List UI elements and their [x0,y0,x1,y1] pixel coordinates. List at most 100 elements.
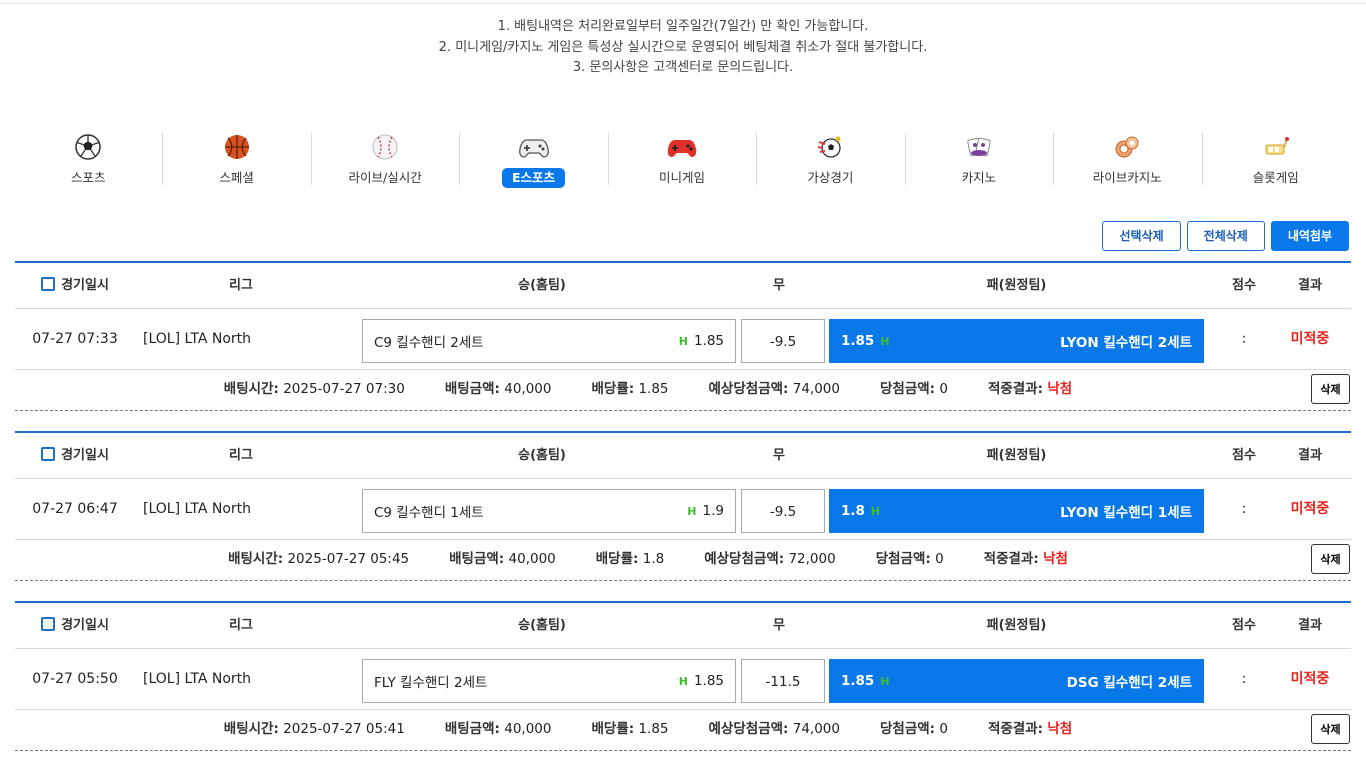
header-score: 점수 [1232,618,1256,633]
bet-info: 배팅시간: 2025-07-27 05:41 배팅금액: 40,000 배당률:… [15,710,1351,750]
header-date: 경기일시 [15,263,135,309]
away-odds: 1.85 [841,333,875,349]
score: : [1241,331,1247,347]
header-away: 패(원정팀) [986,618,1047,633]
select-delete-button[interactable]: 선택삭제 [1102,221,1181,251]
hit-result: 적중결과: 낙첨 [987,381,1073,397]
handicap-badge: H [687,504,697,518]
red-gamepad-icon [667,132,697,162]
header-league: 리그 [229,618,253,633]
chips-icon [1112,132,1142,162]
home-odds: 1.9 [702,503,724,519]
notice-item: 3. 문의사항은 고객센터로 문의드립니다. [572,60,794,75]
win-amount: 당첨금액: 0 [875,551,944,567]
notice-item: 1. 배팅내역은 처리완료일부터 일주일간(7일간) 만 확인 가능합니다. [497,19,869,34]
away-odds: 1.85 [841,673,875,689]
bet-amount: 배팅금액: 40,000 [449,551,556,567]
slot-icon [1261,132,1291,162]
tab-label: 슬롯게임 [1252,170,1299,185]
match-date: 07-27 07:33 [32,331,118,347]
delete-button[interactable]: 삭제 [1311,714,1350,744]
header-result: 결과 [1298,448,1322,463]
tab-esports[interactable]: E스포츠 [459,130,607,188]
result-status: 미적중 [1290,501,1330,517]
tab-casino[interactable]: 카지노 [904,130,1053,188]
basketball-icon [222,132,252,162]
expected-win: 예상당첨금액: 72,000 [704,551,836,567]
home-pick: FLY 킬수핸디 2세트 H 1.85 [362,659,736,703]
hit-result: 적중결과: 낙첨 [987,721,1073,737]
header-league: 리그 [229,448,253,463]
bet-amount: 배팅금액: 40,000 [444,721,552,737]
tab-sports[interactable]: 스포츠 [14,130,162,188]
tab-label: 라이브카지노 [1092,170,1162,185]
expected-win: 예상당첨금액: 74,000 [708,381,840,397]
tab-live[interactable]: 라이브/실시간 [310,130,459,188]
win-amount: 당첨금액: 0 [879,721,948,737]
bet-amount: 배팅금액: 40,000 [444,381,552,397]
top-divider [0,3,1366,4]
cards-icon [964,132,994,162]
tab-label: 미니게임 [658,170,705,185]
bet-odds: 배당률: 1.8 [595,551,665,567]
delete-button[interactable]: 삭제 [1311,374,1350,404]
bet-odds: 배당률: 1.85 [591,381,669,397]
header-score: 점수 [1232,278,1256,293]
draw-value: -9.5 [741,319,825,363]
away-team: LYON 킬수핸디 1세트 [1060,505,1192,521]
home-pick: C9 킬수핸디 1세트 H 1.9 [362,489,736,533]
select-checkbox[interactable] [41,277,56,291]
tab-virtual[interactable]: 가상경기 [756,130,904,188]
header-away: 패(원정팀) [986,448,1047,463]
away-team: DSG 킬수핸디 2세트 [1066,675,1192,691]
away-team: LYON 킬수핸디 2세트 [1060,335,1192,351]
league-name: [LOL] LTA North [142,501,251,517]
score: : [1241,671,1247,687]
header-score: 점수 [1232,448,1256,463]
handicap-badge: H [880,674,890,688]
tab-label: 스페셜 [219,170,254,185]
gamepad-icon [518,132,549,162]
bet-info: 배팅시간: 2025-07-27 05:45 배팅금액: 40,000 배당률:… [15,540,1351,580]
draw-value: -9.5 [741,489,825,533]
soccer-ball-icon [73,132,103,162]
handicap-badge: H [678,674,688,688]
category-tabs: 스포츠 스페셜 라이브/실시간 E스포츠 미니게임 가상경기 카지노 라이브카지… [14,130,1350,188]
bet-card: 경기일시 리그 승(홈팀) 무 패(원정팀) 점수 결과 07-27 06:47… [15,431,1351,581]
baseball-icon [370,132,400,162]
header-draw: 무 [773,618,785,633]
draw-value: -11.5 [741,659,825,703]
match-date: 07-27 06:47 [32,501,118,517]
notice-list: 1. 배팅내역은 처리완료일부터 일주일간(7일간) 만 확인 가능합니다. 2… [0,17,1366,79]
tab-slot[interactable]: 슬롯게임 [1201,130,1350,188]
score: : [1241,501,1247,517]
expected-win: 예상당첨금액: 74,000 [708,721,840,737]
handicap-badge: H [678,334,688,348]
tab-live-casino[interactable]: 라이브카지노 [1053,130,1201,188]
tab-label: 라이브/실시간 [348,170,422,185]
bet-header: 경기일시 리그 승(홈팀) 무 패(원정팀) 점수 결과 [15,263,1351,309]
header-home: 승(홈팀) [518,618,566,633]
away-odds: 1.8 [841,503,865,519]
header-league: 리그 [229,278,253,293]
tab-label: 가상경기 [807,170,854,185]
delete-button[interactable]: 삭제 [1311,544,1350,574]
home-team: C9 킬수핸디 1세트 [374,505,484,521]
select-checkbox[interactable] [41,617,56,631]
home-pick: C9 킬수핸디 2세트 H 1.85 [362,319,736,363]
header-draw: 무 [773,278,785,293]
away-pick-selected: 1.8 H LYON 킬수핸디 1세트 [829,489,1204,533]
home-team: FLY 킬수핸디 2세트 [374,675,488,691]
action-buttons: 선택삭제 전체삭제 내역첨부 [1102,221,1349,251]
delete-all-button[interactable]: 전체삭제 [1186,221,1265,251]
bet-row: 07-27 07:33 [LOL] LTA North C9 킬수핸디 2세트 … [15,309,1351,370]
select-checkbox[interactable] [41,447,56,461]
bet-odds: 배당률: 1.85 [591,721,669,737]
header-result: 결과 [1298,618,1322,633]
bet-card: 경기일시 리그 승(홈팀) 무 패(원정팀) 점수 결과 07-27 07:33… [15,261,1351,411]
bet-time: 배팅시간: 2025-07-27 05:45 [228,551,410,567]
tab-special[interactable]: 스페셜 [162,130,310,188]
tab-minigame[interactable]: 미니게임 [607,130,756,188]
attach-history-button[interactable]: 내역첨부 [1270,221,1349,251]
win-amount: 당첨금액: 0 [879,381,948,397]
